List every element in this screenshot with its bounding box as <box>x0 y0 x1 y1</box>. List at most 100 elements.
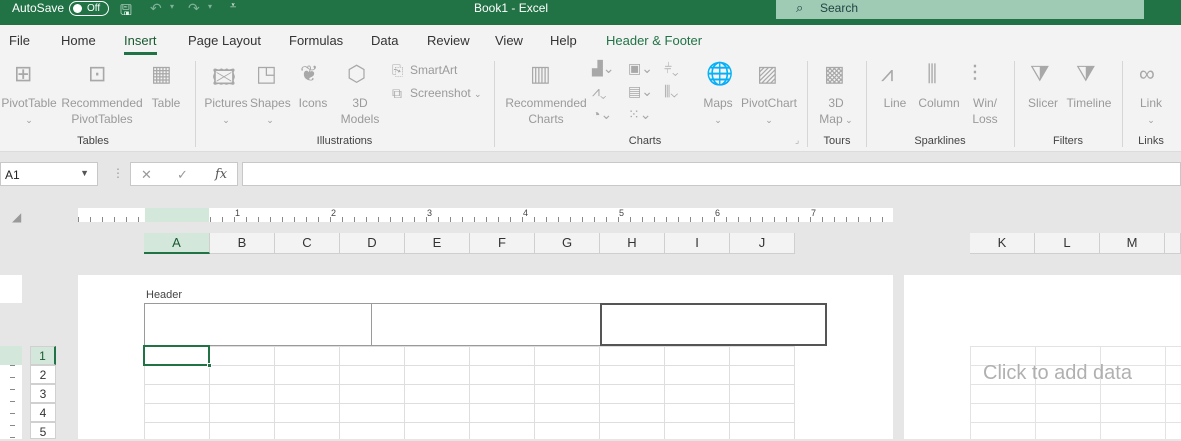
timeline-button[interactable]: Timeline <box>1063 95 1115 111</box>
column-header[interactable]: C <box>275 233 340 254</box>
tab-formulas[interactable]: Formulas <box>289 33 343 48</box>
link-button[interactable]: Link ⌄ <box>1130 95 1172 128</box>
recommended-charts-button[interactable]: Recommended Charts <box>503 95 589 127</box>
column-header[interactable]: I <box>665 233 730 254</box>
sparkline-line-button[interactable]: Line <box>876 95 914 111</box>
recommended-pivottables-button[interactable]: Recommended PivotTables <box>59 95 145 127</box>
redo-icon[interactable]: ↷ <box>188 0 200 17</box>
header-label: Header <box>146 289 183 301</box>
group-label-tables: Tables <box>77 135 109 147</box>
row-header[interactable]: 2 <box>30 365 56 384</box>
tab-file[interactable]: File <box>9 33 30 48</box>
tab-page-layout[interactable]: Page Layout <box>188 33 261 48</box>
recommended-charts-icon: ▥ <box>530 61 551 86</box>
statistic-chart-icon[interactable]: ▤⌄ <box>628 83 653 100</box>
group-label-illustrations: Illustrations <box>316 135 373 147</box>
customize-qat-icon[interactable]: ⩡ <box>230 0 236 13</box>
row-header[interactable]: 3 <box>30 384 56 403</box>
tab-insert[interactable]: Insert <box>124 33 157 55</box>
ribbon-tabs: File Home Insert Page Layout Formulas Da… <box>0 25 1181 57</box>
tab-view[interactable]: View <box>495 33 523 48</box>
redo-dropdown-icon[interactable]: ▾ <box>208 2 212 11</box>
tab-data[interactable]: Data <box>371 33 398 48</box>
row-header[interactable]: 5 <box>30 422 56 439</box>
column-header[interactable]: B <box>210 233 275 254</box>
insert-function-icon[interactable]: fx <box>215 167 227 182</box>
search-box[interactable]: ⌕ Search <box>776 0 1144 19</box>
cell-grid[interactable] <box>144 346 795 439</box>
column-header[interactable] <box>1165 233 1181 254</box>
scatter-chart-icon[interactable]: ⁙⌄ <box>628 106 651 123</box>
line-chart-icon[interactable]: ⩘⌄ <box>592 83 607 100</box>
sparkline-line-icon: ⩘ <box>881 61 894 86</box>
ribbon: ⊞ PivotTable ⌄ ⊡ Recommended PivotTables ▦… <box>0 57 1181 152</box>
ruler-number: 1 <box>235 208 241 218</box>
link-icon: ∞ <box>1139 61 1155 86</box>
ruler-number: 4 <box>523 208 529 218</box>
smartart-icon: ⎘ <box>392 62 404 78</box>
group-label-links: Links <box>1138 135 1164 147</box>
pie-chart-icon[interactable]: ◔⌄ <box>592 106 612 123</box>
more-options-icon[interactable]: ⋮ <box>112 166 124 180</box>
name-box[interactable]: A1 ▼ <box>0 162 98 186</box>
autosave-label: AutoSave <box>12 1 65 15</box>
ruler-number: 7 <box>811 208 817 218</box>
tab-home[interactable]: Home <box>61 33 96 48</box>
active-cell-a1[interactable] <box>143 345 212 368</box>
undo-icon[interactable]: ↶ <box>150 0 162 17</box>
maps-button[interactable]: Maps ⌄ <box>698 95 738 128</box>
icons-button[interactable]: Icons <box>294 95 332 111</box>
column-header[interactable]: M <box>1100 233 1165 254</box>
pictures-icon: 🖾 <box>212 65 236 90</box>
header-left-section[interactable] <box>144 303 372 346</box>
pictures-button[interactable]: Pictures ⌄ <box>203 95 249 128</box>
row-header[interactable]: 4 <box>30 403 56 422</box>
formula-buttons: ✕ ✓ fx <box>130 162 238 186</box>
column-header[interactable]: F <box>470 233 535 254</box>
column-header[interactable]: H <box>600 233 665 254</box>
column-header[interactable]: D <box>340 233 405 254</box>
search-icon: ⌕ <box>796 0 804 15</box>
chevron-down-icon[interactable]: ▼ <box>80 168 89 178</box>
fill-handle[interactable] <box>207 363 212 368</box>
undo-dropdown-icon[interactable]: ▾ <box>170 2 174 11</box>
smartart-button[interactable]: SmartArt <box>410 63 457 77</box>
sparkline-winloss-button[interactable]: Win/Loss <box>965 95 1005 127</box>
column-header[interactable]: E <box>405 233 470 254</box>
column-header[interactable]: A <box>144 233 210 254</box>
table-button[interactable]: Table <box>146 95 186 111</box>
waterfall-chart-icon[interactable]: ⫩⌄ <box>664 60 679 77</box>
tab-review[interactable]: Review <box>427 33 470 48</box>
cancel-icon[interactable]: ✕ <box>141 167 152 183</box>
pivottable-button[interactable]: PivotTable ⌄ <box>0 95 58 128</box>
tab-header-footer[interactable]: Header & Footer <box>606 33 702 48</box>
column-header[interactable]: K <box>970 233 1035 254</box>
sparkline-column-button[interactable]: Column <box>914 95 964 111</box>
column-header[interactable]: J <box>730 233 795 254</box>
header-right-section[interactable] <box>600 303 827 346</box>
pivotchart-button[interactable]: PivotChart ⌄ <box>740 95 798 128</box>
column-header[interactable]: L <box>1035 233 1100 254</box>
cell-grid-right[interactable] <box>970 346 1181 439</box>
horizontal-ruler: 1 2 3 4 5 6 7 <box>78 208 893 222</box>
save-icon[interactable]: 🖫 <box>120 0 132 24</box>
autosave-toggle[interactable]: Off <box>69 1 109 16</box>
shapes-button[interactable]: Shapes ⌄ <box>250 95 291 128</box>
screenshot-button[interactable]: Screenshot ⌄ <box>410 86 482 100</box>
hierarchy-chart-icon[interactable]: ▣⌄ <box>628 60 653 77</box>
screenshot-icon: ⧉ <box>392 85 402 101</box>
dialog-launcher-icon[interactable]: ⌟ <box>795 135 799 146</box>
slicer-button[interactable]: Slicer <box>1023 95 1063 111</box>
column-header[interactable]: G <box>535 233 600 254</box>
click-to-add-data[interactable]: Click to add data <box>983 362 1132 385</box>
row-header[interactable]: 1 <box>30 346 56 365</box>
3d-map-button[interactable]: 3D Map ⌄ <box>812 95 860 128</box>
column-chart-icon[interactable]: ▟⌄ <box>592 60 615 77</box>
combo-chart-icon[interactable]: ⫼⌄ <box>664 83 678 100</box>
ruler-highlight <box>145 208 209 222</box>
formula-input[interactable] <box>242 162 1181 186</box>
header-center-section[interactable] <box>371 303 601 346</box>
tab-help[interactable]: Help <box>550 33 577 48</box>
enter-icon[interactable]: ✓ <box>177 167 188 183</box>
select-all-icon[interactable]: ◢ <box>12 210 21 224</box>
